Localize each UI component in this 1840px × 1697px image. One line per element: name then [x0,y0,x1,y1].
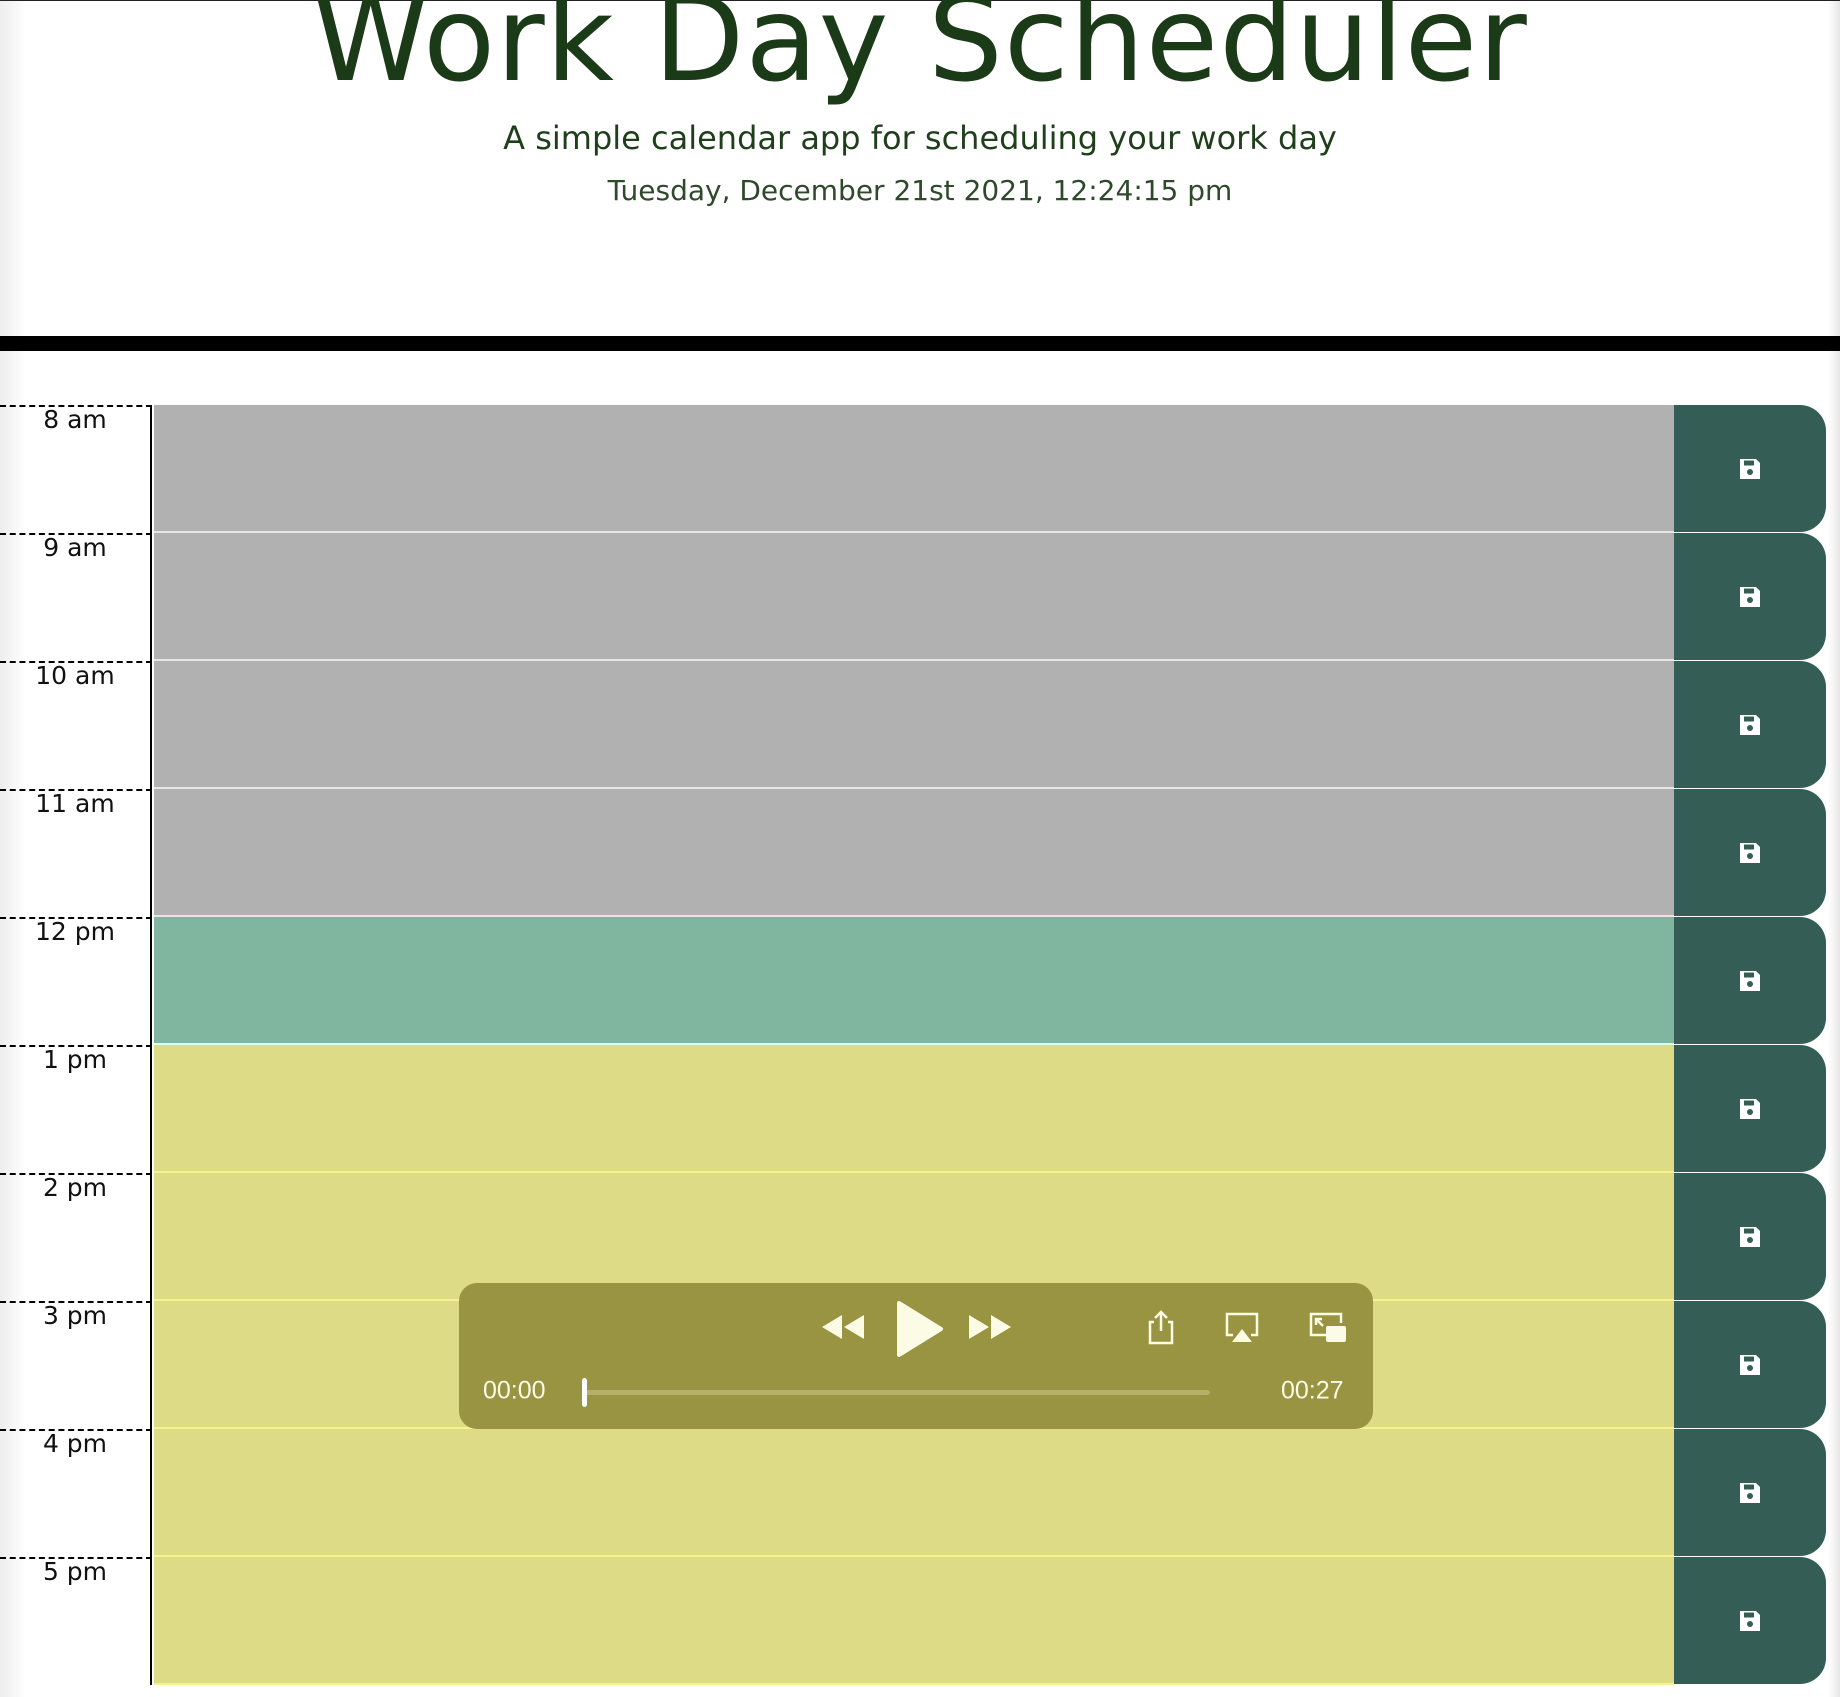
event-description-input[interactable] [154,917,1674,1045]
event-description-input[interactable] [154,1173,1674,1301]
save-button[interactable] [1674,789,1826,916]
hour-label: 10 am [0,661,152,789]
hour-label-text: 2 pm [42,1173,108,1202]
event-description-input[interactable] [154,405,1674,533]
header: Work Day Scheduler A simple calendar app… [0,0,1840,336]
floppy-disk-icon [1740,1354,1760,1375]
play-icon [897,1301,943,1357]
time-block-row: 11 am [0,789,1840,917]
hour-label-text: 8 am [43,405,107,434]
airplay-icon [1225,1312,1259,1342]
time-block-row: 4 pm [0,1429,1840,1557]
time-block-row: 9 am [0,533,1840,661]
rewind-button[interactable] [820,1311,866,1347]
floppy-disk-icon [1740,1226,1760,1247]
progress-track[interactable] [585,1390,1210,1395]
duration: 00:27 [1281,1376,1344,1405]
share-icon [1148,1310,1174,1345]
event-description-input[interactable] [154,1045,1674,1173]
time-block-row: 10 am [0,661,1840,789]
hour-label-text: 1 pm [42,1045,108,1074]
floppy-disk-icon [1740,1098,1760,1119]
hour-label: 12 pm [0,917,152,1045]
hour-label-text: 11 am [35,789,115,818]
time-block-row: 5 pm [0,1557,1840,1685]
save-button[interactable] [1674,917,1826,1044]
current-time: 00:00 [483,1376,546,1405]
hour-label-text: 3 pm [42,1301,108,1330]
picture-in-picture-button[interactable] [1308,1311,1348,1349]
event-description-input[interactable] [154,1429,1674,1557]
save-button[interactable] [1674,1045,1826,1172]
current-datetime: Tuesday, December 21st 2021, 12:24:15 pm [607,174,1233,207]
floppy-disk-icon [1740,970,1760,991]
fast-forward-icon [969,1315,1011,1339]
hour-label-text: 5 pm [42,1557,108,1586]
airplay-button[interactable] [1224,1311,1260,1349]
page-subtitle: A simple calendar app for scheduling you… [503,119,1337,157]
time-block-row: 1 pm [0,1045,1840,1173]
event-description-input[interactable] [154,533,1674,661]
hour-label: 1 pm [0,1045,152,1173]
hour-label: 4 pm [0,1429,152,1557]
hour-label-text: 4 pm [42,1429,108,1458]
hour-label: 11 am [0,789,152,917]
hour-label: 2 pm [0,1173,152,1301]
floppy-disk-icon [1740,1610,1760,1631]
hour-label-text: 10 am [35,661,115,690]
hour-label-text: 9 am [43,533,107,562]
share-button[interactable] [1145,1309,1177,1349]
save-button[interactable] [1674,1173,1826,1300]
fast-forward-button[interactable] [967,1311,1013,1347]
hour-label: 5 pm [0,1557,152,1685]
hour-label-text: 12 pm [35,917,115,946]
save-button[interactable] [1674,533,1826,660]
page: Work Day Scheduler A simple calendar app… [0,0,1840,1697]
time-block-row: 8 am [0,405,1840,533]
play-button[interactable] [893,1299,945,1363]
floppy-disk-icon [1740,586,1760,607]
save-button[interactable] [1674,1301,1826,1428]
floppy-disk-icon [1740,714,1760,735]
picture-in-picture-icon [1309,1312,1346,1342]
save-button[interactable] [1674,405,1826,532]
media-player: 00:00 00:27 [459,1283,1373,1429]
page-title: Work Day Scheduler [312,0,1528,108]
save-button[interactable] [1674,1429,1826,1556]
event-description-input[interactable] [154,661,1674,789]
time-block-row: 12 pm [0,917,1840,1045]
header-divider [0,336,1840,351]
floppy-disk-icon [1740,458,1760,479]
floppy-disk-icon [1740,1482,1760,1503]
hour-label: 9 am [0,533,152,661]
hour-label: 3 pm [0,1301,152,1429]
progress-thumb[interactable] [582,1378,587,1407]
time-block-row: 2 pm [0,1173,1840,1301]
floppy-disk-icon [1740,842,1760,863]
save-button[interactable] [1674,1557,1826,1684]
event-description-input[interactable] [154,1557,1674,1685]
event-description-input[interactable] [154,789,1674,917]
save-button[interactable] [1674,661,1826,788]
rewind-icon [822,1315,864,1339]
hour-label: 8 am [0,405,152,533]
